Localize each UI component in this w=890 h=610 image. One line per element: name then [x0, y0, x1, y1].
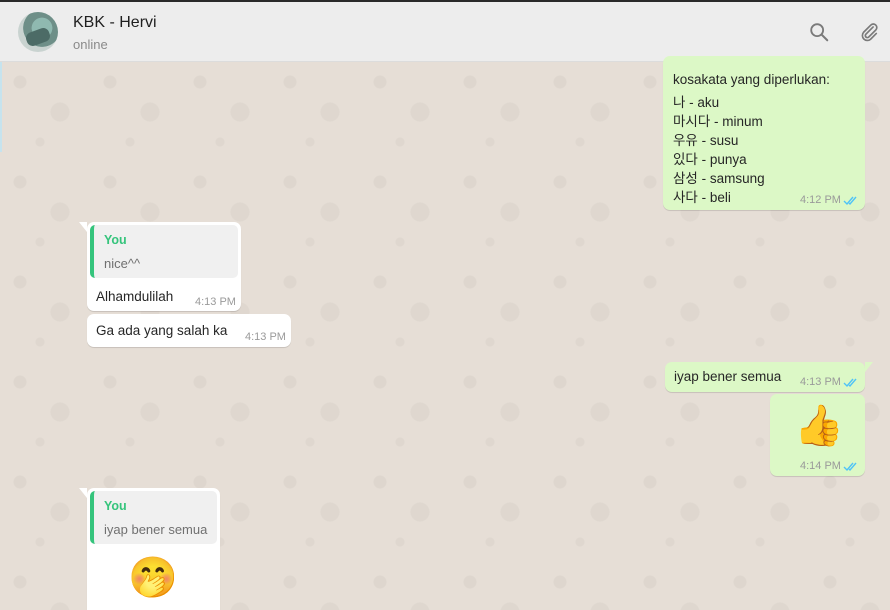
chat-header: KBK - Hervi online	[0, 0, 890, 62]
message-text-line: 마시다 - minum	[673, 114, 763, 129]
message-text: iyap bener semua	[674, 369, 782, 384]
message-text-line: 사다 - beli	[673, 190, 731, 205]
quoted-message[interactable]: You nice^^	[90, 225, 238, 278]
panel-edge	[0, 62, 2, 152]
message-text: Ga ada yang salah ka	[96, 323, 228, 338]
message-outgoing-vocab[interactable]: kosakata yang diperlukan: 나 - aku 마시다 - …	[663, 56, 865, 210]
quote-author: You	[104, 499, 127, 513]
contact-name[interactable]: KBK - Hervi	[73, 14, 157, 32]
message-text-line: 삼성 - samsung	[673, 171, 765, 186]
message-text-line: kosakata yang diperlukan:	[673, 72, 830, 87]
message-text-line: 있다 - punya	[673, 152, 747, 167]
quote-author: You	[104, 233, 127, 247]
message-outgoing[interactable]: iyap bener semua 4:13 PM	[665, 362, 873, 392]
attach-icon[interactable]	[858, 21, 880, 43]
quote-text: nice^^	[104, 256, 141, 271]
search-icon[interactable]	[808, 21, 830, 43]
contact-status: online	[73, 37, 108, 52]
quoted-message[interactable]: You iyap bener semua	[90, 491, 217, 544]
message-incoming-reply[interactable]: You iyap bener semua 🤭	[79, 488, 220, 610]
quote-text: iyap bener semua	[104, 522, 208, 537]
message-incoming[interactable]: Ga ada yang salah ka 4:13 PM	[87, 314, 291, 347]
chat-window: KBK - Hervi online kosakata yang diperlu…	[0, 0, 890, 610]
message-time: 4:12 PM	[800, 194, 841, 206]
message-text-line: 나 - aku	[673, 95, 720, 110]
message-time: 4:14 PM	[800, 460, 841, 472]
read-ticks-icon	[843, 462, 857, 472]
message-time: 4:13 PM	[245, 331, 286, 343]
message-outgoing-emoji[interactable]: 👍 4:14 PM	[770, 394, 865, 476]
message-incoming-reply[interactable]: You nice^^ Alhamdulilah 4:13 PM	[79, 222, 241, 311]
read-ticks-icon	[843, 196, 857, 206]
thumbs-up-icon: 👍	[794, 404, 844, 448]
message-time: 4:13 PM	[195, 296, 236, 308]
message-text-line: 우유 - susu	[673, 133, 739, 148]
face-with-hand-over-mouth-icon: 🤭	[128, 556, 178, 600]
avatar[interactable]	[18, 12, 58, 52]
read-ticks-icon	[843, 378, 857, 388]
message-text: Alhamdulilah	[96, 289, 174, 304]
message-time: 4:13 PM	[800, 376, 841, 388]
